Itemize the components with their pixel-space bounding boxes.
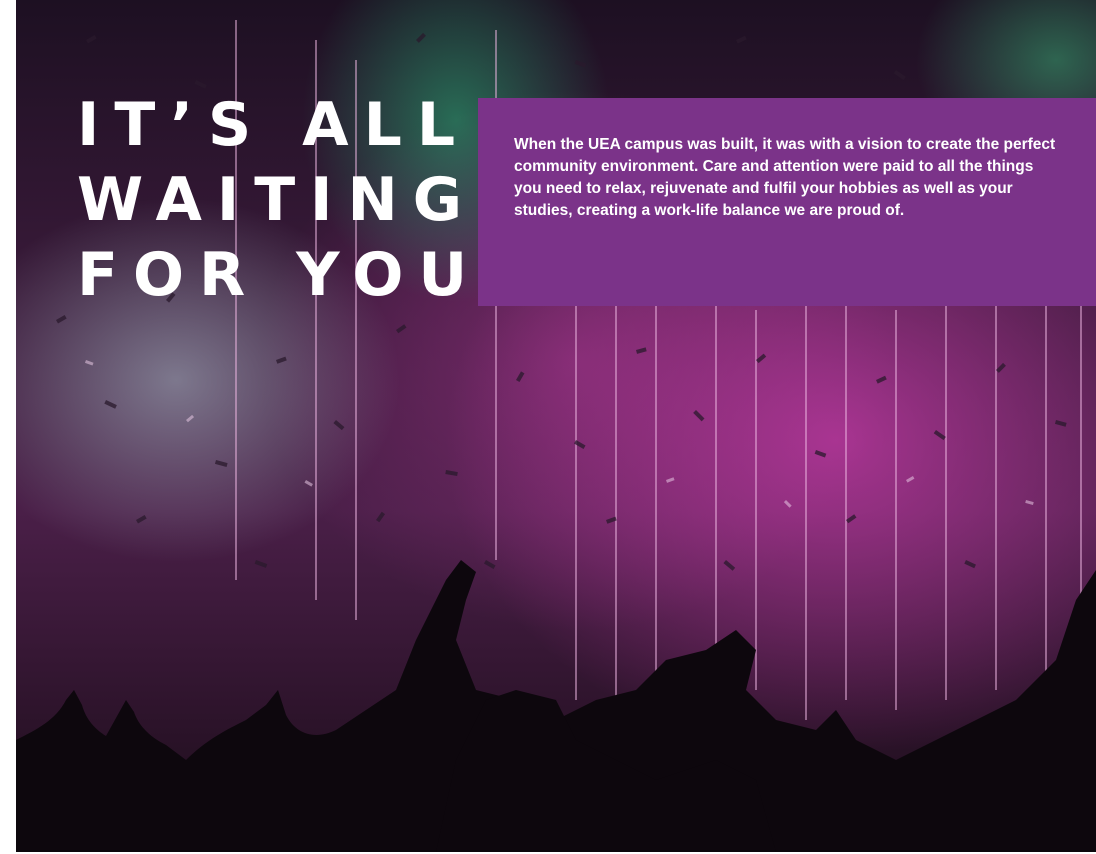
crowd-silhouette bbox=[16, 560, 1096, 852]
headline-line-3: FOR YOU bbox=[77, 240, 483, 310]
intro-paragraph: When the UEA campus was built, it was wi… bbox=[514, 136, 1056, 219]
headline-line-1: IT’S ALL bbox=[77, 90, 471, 160]
headline-line-2: WAITING bbox=[77, 165, 477, 235]
intro-text-box: When the UEA campus was built, it was wi… bbox=[478, 98, 1096, 306]
brochure-page: IT’S ALL WAITING FOR YOU When the UEA ca… bbox=[0, 0, 1096, 854]
page-headline: IT’S ALL WAITING FOR YOU bbox=[77, 88, 482, 313]
light-confetti bbox=[84, 360, 1034, 508]
